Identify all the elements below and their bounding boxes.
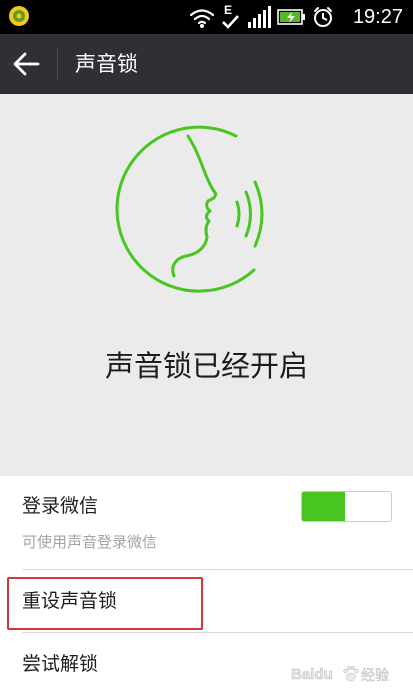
paw-icon [343, 665, 359, 682]
title-bar: 声音锁 [0, 34, 413, 94]
status-bar: E 19:27 [0, 0, 413, 34]
voice-face-icon [115, 125, 264, 293]
login-voice-toggle[interactable] [301, 491, 392, 522]
toggle-fill [302, 492, 345, 521]
reset-voice-lock-row[interactable]: 重设声音锁 [0, 570, 413, 632]
page-title: 声音锁 [75, 52, 138, 76]
battery-charging-icon [277, 9, 305, 25]
watermark-brand: Baidu [291, 666, 333, 683]
login-wechat-row: 登录微信 可使用声音登录微信 [0, 476, 413, 569]
login-wechat-label: 登录微信 [22, 495, 99, 517]
watermark-suffix: 经验 [361, 668, 389, 684]
wifi-icon [189, 9, 215, 25]
signal-icon [248, 6, 271, 28]
data-transfer-icon: E [222, 3, 239, 29]
voice-lock-hero: 声音锁已经开启 [0, 94, 413, 476]
svg-text:E: E [224, 3, 232, 17]
voice-lock-status: 声音锁已经开启 [104, 349, 308, 383]
try-unlock-label: 尝试解锁 [22, 653, 99, 675]
arrow-left-icon[interactable] [12, 51, 40, 77]
baidu-jingyan-watermark: Baidu 经验 [291, 665, 390, 685]
toggle-knob [345, 494, 389, 519]
status-time: 19:27 [352, 6, 403, 28]
app-notification-icon [9, 6, 29, 26]
alarm-icon [314, 7, 332, 27]
title-divider [57, 48, 58, 80]
login-wechat-description: 可使用声音登录微信 [22, 533, 158, 551]
system-icons: E [189, 3, 332, 29]
highlight-annotation [7, 577, 203, 630]
